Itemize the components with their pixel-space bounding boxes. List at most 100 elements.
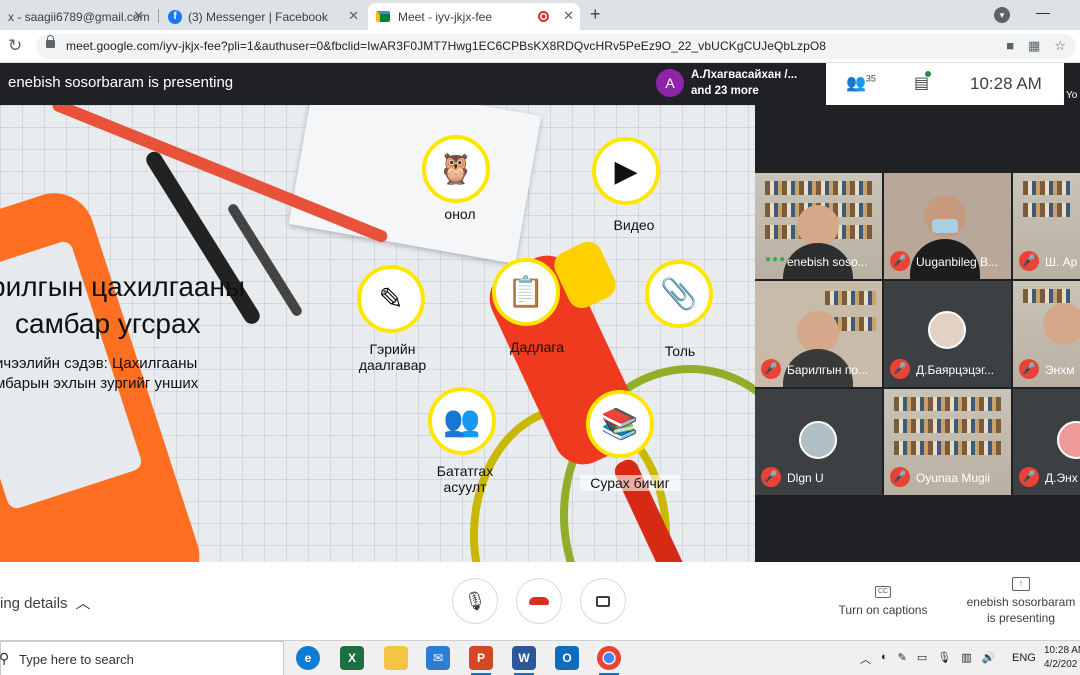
participant-video-grid: ●●● enebish soso... 🎤 Uuganbileg B... 🎤 … — [755, 105, 1080, 562]
video-presentation-icon[interactable]: ▶ — [592, 137, 660, 205]
avatar — [1057, 421, 1080, 459]
mic-off-icon: 🎤 — [761, 359, 781, 379]
volume-icon[interactable]: 🔊 — [982, 651, 996, 667]
excel-icon[interactable]: X — [340, 646, 364, 670]
pen-icon[interactable]: ✎ — [898, 651, 907, 667]
reload-icon[interactable]: ↻ — [8, 36, 22, 56]
camera-button[interactable] — [580, 578, 626, 624]
tab-messenger[interactable]: f (3) Messenger | Facebook ✕ — [160, 3, 365, 30]
owl-icon[interactable]: 🦉 — [422, 135, 490, 203]
camera-icon[interactable]: ■ — [1006, 38, 1014, 54]
tab-meet[interactable]: Meet - iyv-jkjx-fee ✕ — [368, 3, 580, 30]
tab-messenger-title: (3) Messenger | Facebook — [188, 9, 328, 24]
mic-off-icon: 🎤 — [761, 467, 781, 487]
participant-tile[interactable]: 🎤 Dlgn U — [755, 389, 882, 495]
books-icon[interactable]: 📚 — [586, 390, 654, 458]
meet-control-bar: ing details ︿ 🎙 CC Turn on captions ↑ ene… — [0, 562, 1080, 640]
bookmark-star-icon[interactable]: ☆ — [1054, 38, 1066, 54]
mic-off-icon: 🎤 — [1019, 467, 1039, 487]
taskbar-search[interactable]: ⚲ Type here to search — [0, 641, 284, 675]
question-people-icon[interactable]: 👥 — [428, 387, 496, 455]
meeting-details-button[interactable]: ing details ︿ — [0, 592, 91, 613]
participant-card[interactable]: A А.Лхагвасайхан /... and 23 more — [650, 63, 826, 103]
pencil-icon[interactable]: ✎ — [357, 265, 425, 333]
participant-tile[interactable]: 🎤 Oyunaa Mugii — [884, 389, 1011, 495]
paperclip-icon[interactable]: 📎 — [645, 260, 713, 328]
participant-tile[interactable]: 🎤 Ш. Ар — [1013, 173, 1080, 279]
teacher-board-icon[interactable]: 📋 — [492, 258, 560, 326]
taskbar-clock[interactable]: 10:28 AM 4/2/202 — [1044, 644, 1080, 672]
people-button[interactable]: 👥35 — [846, 73, 876, 93]
presenting-banner: enebish sosorbaram is presenting — [8, 74, 234, 91]
chevron-up-icon: ︿ — [75, 595, 91, 612]
review-questions-label: Бататгах асуулт — [436, 463, 494, 495]
word-icon[interactable]: W — [512, 646, 536, 675]
participant-name: Oyunaa Mugii — [916, 471, 991, 485]
participant-tile[interactable]: 🎤 Д.Баярцэцэг... — [884, 281, 1011, 387]
mic-off-icon: 🎤 — [890, 359, 910, 379]
powerpoint-icon[interactable]: P — [469, 646, 493, 675]
close-icon[interactable]: ✕ — [563, 8, 574, 24]
chrome-icon[interactable] — [597, 646, 621, 675]
participant-name: Uuganbileg B... — [916, 255, 999, 269]
recording-icon — [538, 11, 549, 22]
leave-call-button[interactable] — [516, 578, 562, 624]
captions-button[interactable]: CC Turn on captions — [836, 582, 930, 617]
input-language[interactable]: ENG — [1012, 652, 1036, 664]
file-explorer-icon[interactable] — [384, 646, 408, 670]
meet-now-icon[interactable]: ◐ — [881, 651, 888, 667]
meet-icon — [376, 11, 390, 22]
minimize-icon[interactable]: — — [1036, 4, 1050, 20]
participant-name: enebish soso... — [787, 255, 868, 269]
tab-search-icon[interactable]: ▾ — [994, 7, 1010, 23]
avatar — [799, 421, 837, 459]
captions-icon: CC — [875, 586, 891, 598]
chevron-up-icon[interactable]: ︿ — [860, 651, 871, 667]
mic-off-icon: 🎤 — [890, 467, 910, 487]
close-icon[interactable]: ✕ — [133, 8, 144, 24]
participant-name: Д.Баярцэцэг... — [916, 363, 995, 377]
participant-tile[interactable]: 🎤 Энхм — [1013, 281, 1080, 387]
slide-title-line2: самбар угсрах — [15, 308, 201, 339]
mic-off-icon: 🎤 — [890, 251, 910, 271]
tab-meet-title: Meet - iyv-jkjx-fee — [398, 9, 493, 24]
dictionary-label: Толь — [664, 343, 696, 359]
mic-off-icon: 🎤 — [1019, 251, 1039, 271]
outlook-icon[interactable]: O — [555, 646, 579, 670]
participant-tile[interactable]: 🎤 Д.Энх — [1013, 389, 1080, 495]
participant-name: Барилгын по... — [787, 363, 869, 377]
microphone-icon[interactable]: 🎙 — [937, 651, 951, 667]
participant-tile[interactable]: ●●● enebish soso... — [755, 173, 882, 279]
tab-gmail-title: x - saagii6789@gmail.com - — [8, 9, 150, 24]
participant-tile[interactable]: 🎤 Uuganbileg B... — [884, 173, 1011, 279]
microphone-button[interactable]: 🎙 — [452, 578, 498, 624]
new-tab-button[interactable]: + — [590, 4, 601, 25]
hang-up-icon — [529, 597, 549, 605]
omnibox[interactable]: meet.google.com/iyv-jkjx-fee?pli=1&authu… — [36, 34, 1076, 59]
speaking-indicator: ●●● — [765, 254, 787, 265]
battery-icon[interactable]: ▭ — [917, 651, 927, 667]
homework-label: Гэрийн даалгавар — [358, 341, 427, 373]
avatar — [928, 311, 966, 349]
mail-icon[interactable]: ✉ — [426, 646, 450, 670]
facebook-icon: f — [168, 9, 182, 24]
present-now-button[interactable]: ↑ enebish sosorbaram is presenting — [962, 574, 1080, 626]
tab-gmail[interactable]: x - saagii6789@gmail.com - ✕ — [0, 3, 150, 30]
close-icon[interactable]: ✕ — [348, 8, 359, 24]
taskbar-time: 10:28 AM — [1044, 645, 1080, 656]
address-bar-row: ↻ meet.google.com/iyv-jkjx-fee?pli=1&aut… — [0, 30, 1080, 63]
participant-name: Д.Энх — [1045, 471, 1078, 485]
network-icon[interactable]: ▥ — [961, 651, 971, 667]
participant-name: Dlgn U — [787, 471, 824, 485]
participant-tile[interactable]: 🎤 Барилгын по... — [755, 281, 882, 387]
textbook-label: Сурах бичиг — [580, 475, 680, 491]
qr-code-icon[interactable]: ▦ — [1028, 38, 1040, 54]
meeting-details-label: ing details — [0, 595, 68, 612]
participant-name: Ш. Ар — [1045, 255, 1078, 269]
slide-title-line1: рилгын цахилгааны — [0, 271, 246, 302]
url-text[interactable]: meet.google.com/iyv-jkjx-fee?pli=1&authu… — [66, 39, 826, 53]
edge-icon[interactable]: e — [296, 646, 320, 670]
participant-more: and 23 more — [691, 85, 759, 97]
participants-count: 35 — [865, 73, 876, 84]
meet-top-bar: enebish sosorbaram is presenting A А.Лха… — [0, 63, 1080, 105]
